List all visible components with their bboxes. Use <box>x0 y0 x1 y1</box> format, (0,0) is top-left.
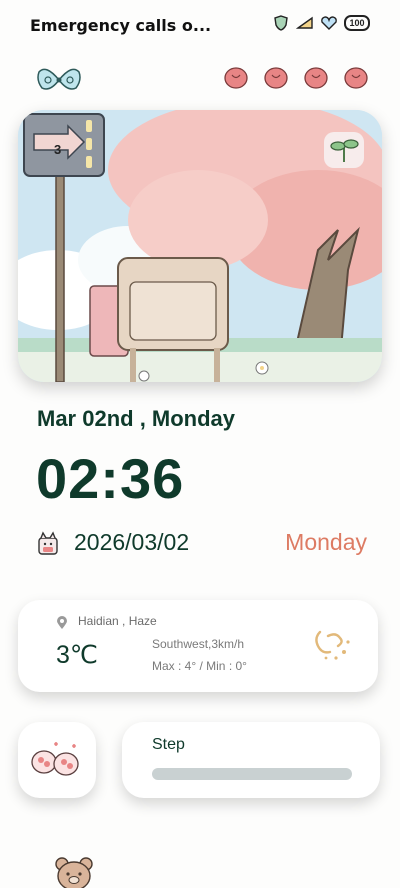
weather-card[interactable]: Haidian , Haze 3℃ Southwest,3km/h Max : … <box>18 600 378 692</box>
sign-number: 3 <box>54 142 62 157</box>
step-label: Step <box>152 736 185 753</box>
step-progress-bar <box>152 768 352 780</box>
notification-text: Emergency calls o... <box>30 16 212 35</box>
sticker-card[interactable] <box>18 722 96 798</box>
heart-icon[interactable] <box>344 66 368 90</box>
heart-icon[interactable] <box>264 66 288 90</box>
battery-level: 100 <box>349 18 365 28</box>
location-pin-icon <box>57 616 67 629</box>
date-numeric: 2026/03/02 <box>74 529 190 555</box>
heart-icon[interactable] <box>304 66 328 90</box>
heart-icon[interactable] <box>224 66 248 90</box>
weather-temperature: 3℃ <box>56 641 98 669</box>
status-bar: Emergency calls o... 100 <box>0 0 400 48</box>
date-line: Mar 02nd , Monday <box>37 406 236 431</box>
bear-icon[interactable] <box>52 854 96 888</box>
paw-flowers-icon <box>31 742 79 776</box>
signal-icon <box>296 16 313 29</box>
shield-icon <box>274 15 288 31</box>
haze-icon <box>315 630 350 660</box>
weekday-label: Monday <box>285 529 367 555</box>
sprout-icon[interactable] <box>324 132 364 168</box>
battery-icon: 100 <box>344 15 370 31</box>
calendar-cat-icon <box>38 531 58 555</box>
butterfly-bow-icon[interactable] <box>36 66 82 94</box>
weather-range: Max : 4° / Min : 0° <box>152 659 247 673</box>
status-icons: 100 <box>272 15 370 31</box>
wifi-heart-icon <box>321 16 337 30</box>
hero-illustration[interactable]: 3 <box>18 110 382 382</box>
hearts-row <box>224 66 368 90</box>
weather-wind: Southwest,3km/h <box>152 637 245 651</box>
clock-time[interactable]: 02:36 <box>36 446 184 511</box>
weather-location: Haidian , Haze <box>78 614 157 628</box>
step-card[interactable]: Step <box>122 722 380 798</box>
